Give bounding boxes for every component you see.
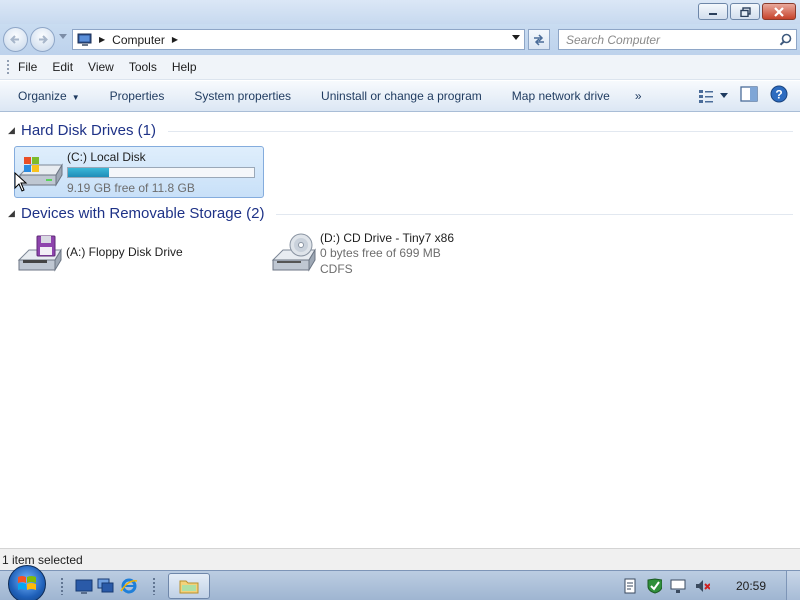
menu-bar: File Edit View Tools Help	[0, 55, 800, 80]
organize-label: Organize	[18, 89, 67, 103]
properties-button[interactable]: Properties	[95, 89, 180, 103]
refresh-icon	[534, 33, 544, 46]
group-header-hard-disk-drives[interactable]: ◢ Hard Disk Drives (1)	[8, 122, 793, 139]
network-icon[interactable]	[670, 578, 686, 594]
windows-logo-icon	[18, 576, 36, 590]
close-icon	[774, 6, 784, 17]
preview-pane-button[interactable]	[740, 86, 758, 105]
back-button[interactable]	[3, 27, 28, 52]
restore-icon	[739, 6, 751, 17]
map-network-drive-button[interactable]: Map network drive	[497, 89, 625, 103]
group-title: Devices with Removable Storage (2)	[21, 205, 265, 222]
menu-grip	[6, 59, 10, 75]
minimize-button[interactable]	[698, 3, 728, 20]
preview-pane-icon	[740, 86, 758, 102]
menu-tools[interactable]: Tools	[129, 60, 157, 74]
minimize-icon	[709, 12, 717, 15]
drive-free-space: 9.19 GB free of 11.8 GB	[67, 181, 195, 195]
floppy-drive-icon	[14, 230, 66, 278]
help-button[interactable]: ?	[770, 85, 788, 106]
address-bar[interactable]: ▶ Computer ▶	[72, 29, 525, 50]
security-check-icon[interactable]	[646, 578, 662, 594]
view-chevron-down-icon	[720, 92, 728, 98]
taskbar-clock[interactable]: 20:59	[736, 579, 766, 593]
drive-file-system: CDFS	[320, 262, 353, 276]
title-bar	[0, 0, 800, 24]
show-desktop-button[interactable]	[786, 571, 800, 600]
forward-arrow-icon	[39, 35, 48, 44]
drive-name: (C:) Local Disk	[67, 150, 146, 164]
organize-button[interactable]: Organize ▼	[0, 89, 95, 103]
collapse-triangle-icon[interactable]: ◢	[8, 208, 21, 219]
capacity-bar-fill	[68, 168, 109, 177]
computer-icon	[77, 33, 92, 46]
collapse-triangle-icon[interactable]: ◢	[8, 125, 21, 136]
close-button[interactable]	[762, 3, 796, 20]
drive-info: (D:) CD Drive - Tiny7 x86 0 bytes free o…	[320, 230, 454, 282]
group-divider	[168, 131, 793, 132]
taskbar-grip	[60, 577, 64, 595]
search-icon[interactable]	[779, 33, 792, 46]
cd-drive-icon	[268, 230, 320, 278]
search-input[interactable]	[559, 30, 769, 49]
drive-name: (A:) Floppy Disk Drive	[66, 245, 183, 259]
volume-muted-icon[interactable]	[694, 578, 710, 594]
organize-chevron-down-icon: ▼	[71, 93, 80, 102]
internet-explorer-icon[interactable]	[120, 577, 138, 595]
more-commands-button[interactable]: »	[625, 89, 652, 103]
status-text: 1 item selected	[2, 552, 83, 567]
group-title: Hard Disk Drives (1)	[21, 122, 157, 139]
recent-pages-chevron-down-icon[interactable]	[59, 34, 67, 40]
menu-help[interactable]: Help	[172, 60, 197, 74]
drive-info: (C:) Local Disk 9.19 GB free of 11.8 GB	[67, 147, 255, 197]
view-options-icon	[699, 89, 713, 103]
taskbar: 20:59	[0, 565, 800, 600]
status-bar: 1 item selected	[0, 548, 800, 570]
view-controls: ?	[698, 85, 788, 106]
drive-tile-c[interactable]: (C:) Local Disk 9.19 GB free of 11.8 GB	[14, 146, 264, 198]
navigation-bar: ▶ Computer ▶	[0, 24, 800, 55]
breadcrumb-children-chevron-icon[interactable]: ▶	[172, 35, 178, 44]
drive-free-space: 0 bytes free of 699 MB	[320, 246, 441, 260]
mouse-cursor-icon	[14, 172, 28, 192]
switch-windows-icon[interactable]	[97, 577, 115, 595]
capacity-bar	[67, 167, 255, 178]
menu-edit[interactable]: Edit	[52, 60, 73, 74]
drive-name: (D:) CD Drive - Tiny7 x86	[320, 231, 455, 245]
window-controls	[698, 3, 796, 20]
address-history-chevron-down-icon[interactable]	[512, 35, 520, 41]
show-desktop-icon[interactable]	[75, 577, 93, 595]
drive-tile-d[interactable]: (D:) CD Drive - Tiny7 x86 0 bytes free o…	[268, 230, 518, 282]
refresh-button[interactable]	[528, 29, 550, 50]
restore-button[interactable]	[730, 3, 760, 20]
drive-tile-a[interactable]: (A:) Floppy Disk Drive	[14, 230, 264, 282]
breadcrumb-separator-icon[interactable]: ▶	[99, 35, 105, 44]
change-view-button[interactable]	[698, 88, 728, 104]
menu-file[interactable]: File	[18, 60, 37, 74]
breadcrumb-computer[interactable]: Computer	[112, 33, 165, 47]
back-arrow-icon	[10, 35, 19, 44]
folder-icon	[179, 580, 199, 594]
system-properties-button[interactable]: System properties	[179, 89, 306, 103]
uninstall-program-button[interactable]: Uninstall or change a program	[306, 89, 497, 103]
start-button[interactable]	[8, 565, 46, 600]
search-box	[558, 29, 797, 50]
action-center-icon[interactable]	[622, 578, 638, 594]
group-header-removable-storage[interactable]: ◢ Devices with Removable Storage (2)	[8, 205, 793, 222]
content-pane: ◢ Hard Disk Drives (1) (C:) Local Disk 9…	[0, 112, 800, 548]
help-icon: ?	[770, 85, 788, 103]
command-bar: Organize ▼ Properties System properties U…	[0, 81, 800, 112]
forward-button[interactable]	[30, 27, 55, 52]
menu-view[interactable]: View	[88, 60, 114, 74]
taskbar-explorer-button[interactable]	[168, 573, 210, 599]
svg-text:?: ?	[775, 88, 782, 102]
drive-info: (A:) Floppy Disk Drive	[66, 230, 183, 282]
group-divider	[276, 214, 793, 215]
taskbar-grip	[152, 577, 156, 595]
